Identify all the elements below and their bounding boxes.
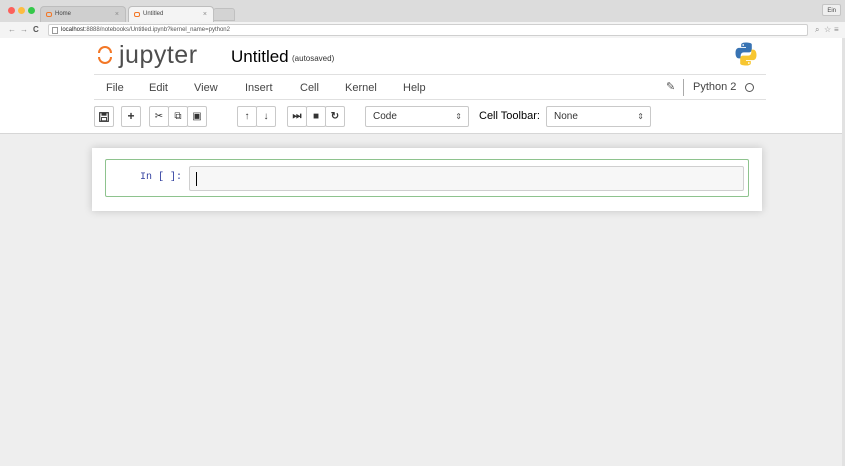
browser-chrome: Home × Untitled × Ein ← → C localhost:88… <box>0 0 845 38</box>
cell-type-value: Code <box>373 111 397 122</box>
kernel-separator <box>683 79 684 96</box>
tab-strip: Home × Untitled × Ein <box>0 0 845 22</box>
cell-toolbar-value: None <box>554 111 578 122</box>
window-minimize-button[interactable] <box>18 7 25 14</box>
step-forward-icon: ⏭ <box>292 111 302 122</box>
notebook-toolbar: + ✂ ⧉ ▣ ↑ ↓ ⏭ ■ ↻ Code ⇕ Cell Toolbar: N… <box>94 105 766 129</box>
tab-close-icon[interactable]: × <box>115 7 119 22</box>
back-arrow-icon[interactable]: ← <box>8 24 16 36</box>
move-cell-down-button[interactable]: ↓ <box>256 106 276 127</box>
menu-file[interactable]: File <box>106 81 124 95</box>
refresh-icon: ↻ <box>330 111 340 122</box>
notebook-page: jupyter Untitled (autosaved) File Edit V… <box>0 38 845 466</box>
kernel-name: Python 2 <box>693 81 737 93</box>
code-cell[interactable]: In [ ]: <box>105 159 749 197</box>
menu-help[interactable]: Help <box>403 81 426 95</box>
reload-icon[interactable]: C <box>33 24 39 36</box>
zoom-icon[interactable]: ⌕ <box>815 24 819 36</box>
logo-text: jupyter <box>119 41 198 69</box>
menu-bar: File Edit View Insert Cell Kernel Help ✎… <box>94 74 766 100</box>
url-path: :8888/notebooks/Untitled.ipynb?kernel_na… <box>84 27 230 33</box>
floppy-disk-icon <box>99 112 109 122</box>
tab-label: Home <box>55 11 72 17</box>
kernel-idle-indicator-icon <box>745 83 754 92</box>
tab-close-icon[interactable]: × <box>203 7 207 22</box>
code-input-area[interactable] <box>189 166 744 191</box>
notebook-name[interactable]: Untitled <box>231 47 289 67</box>
jupyter-logo-icon <box>97 44 113 66</box>
select-caret-icon: ⇕ <box>637 112 644 121</box>
browser-navbar: ← → C localhost:8888/notebooks/Untitled.… <box>0 22 845 38</box>
window-zoom-button[interactable] <box>28 7 35 14</box>
interrupt-kernel-button[interactable]: ■ <box>306 106 326 127</box>
menu-view[interactable]: View <box>194 81 218 95</box>
menu-icon[interactable]: ≡ <box>834 24 839 36</box>
page-icon <box>52 27 58 34</box>
edit-mode-pencil-icon: ✎ <box>666 81 676 93</box>
arrow-down-icon: ↓ <box>263 111 269 122</box>
scissors-icon: ✂ <box>154 111 164 122</box>
select-caret-icon: ⇕ <box>455 112 462 121</box>
paste-icon: ▣ <box>192 111 202 122</box>
move-cell-up-button[interactable]: ↑ <box>237 106 257 127</box>
menu-edit[interactable]: Edit <box>149 81 168 95</box>
stop-icon: ■ <box>312 111 320 122</box>
cell-type-select[interactable]: Code ⇕ <box>365 106 469 127</box>
insert-cell-below-button[interactable]: + <box>121 106 141 127</box>
plus-icon: + <box>127 109 135 123</box>
profile-button[interactable]: Ein <box>822 4 841 16</box>
copy-icon: ⧉ <box>174 111 182 122</box>
bookmark-star-icon[interactable]: ☆ <box>824 24 831 36</box>
tab-home[interactable]: Home × <box>40 6 126 22</box>
address-bar[interactable]: localhost:8888/notebooks/Untitled.ipynb?… <box>48 24 808 36</box>
url-host: localhost <box>61 27 85 33</box>
arrow-up-icon: ↑ <box>244 111 250 122</box>
jupyter-favicon-icon <box>46 12 52 17</box>
python-logo-icon <box>735 42 757 66</box>
window-close-button[interactable] <box>8 7 15 14</box>
tab-untitled[interactable]: Untitled × <box>128 6 214 22</box>
save-button[interactable] <box>94 106 114 127</box>
notebook-container: In [ ]: <box>92 148 762 211</box>
run-cell-button[interactable]: ⏭ <box>287 106 307 127</box>
menu-cell[interactable]: Cell <box>300 81 319 95</box>
autosave-status: (autosaved) <box>292 54 335 63</box>
input-prompt: In [ ]: <box>139 172 182 183</box>
menu-insert[interactable]: Insert <box>245 81 273 95</box>
new-tab-button[interactable] <box>213 8 235 21</box>
jupyter-favicon-icon <box>134 12 140 17</box>
cell-toolbar-label: Cell Toolbar: <box>479 110 540 122</box>
paste-cell-button[interactable]: ▣ <box>187 106 207 127</box>
cell-toolbar-select[interactable]: None ⇕ <box>546 106 651 127</box>
text-cursor <box>196 172 197 186</box>
jupyter-logo[interactable]: jupyter <box>97 40 198 70</box>
notebook-header: jupyter Untitled (autosaved) File Edit V… <box>0 38 845 134</box>
copy-cell-button[interactable]: ⧉ <box>168 106 188 127</box>
menu-kernel[interactable]: Kernel <box>345 81 377 95</box>
tab-label: Untitled <box>143 11 164 17</box>
restart-kernel-button[interactable]: ↻ <box>325 106 345 127</box>
cut-cell-button[interactable]: ✂ <box>149 106 169 127</box>
forward-arrow-icon[interactable]: → <box>20 24 28 36</box>
